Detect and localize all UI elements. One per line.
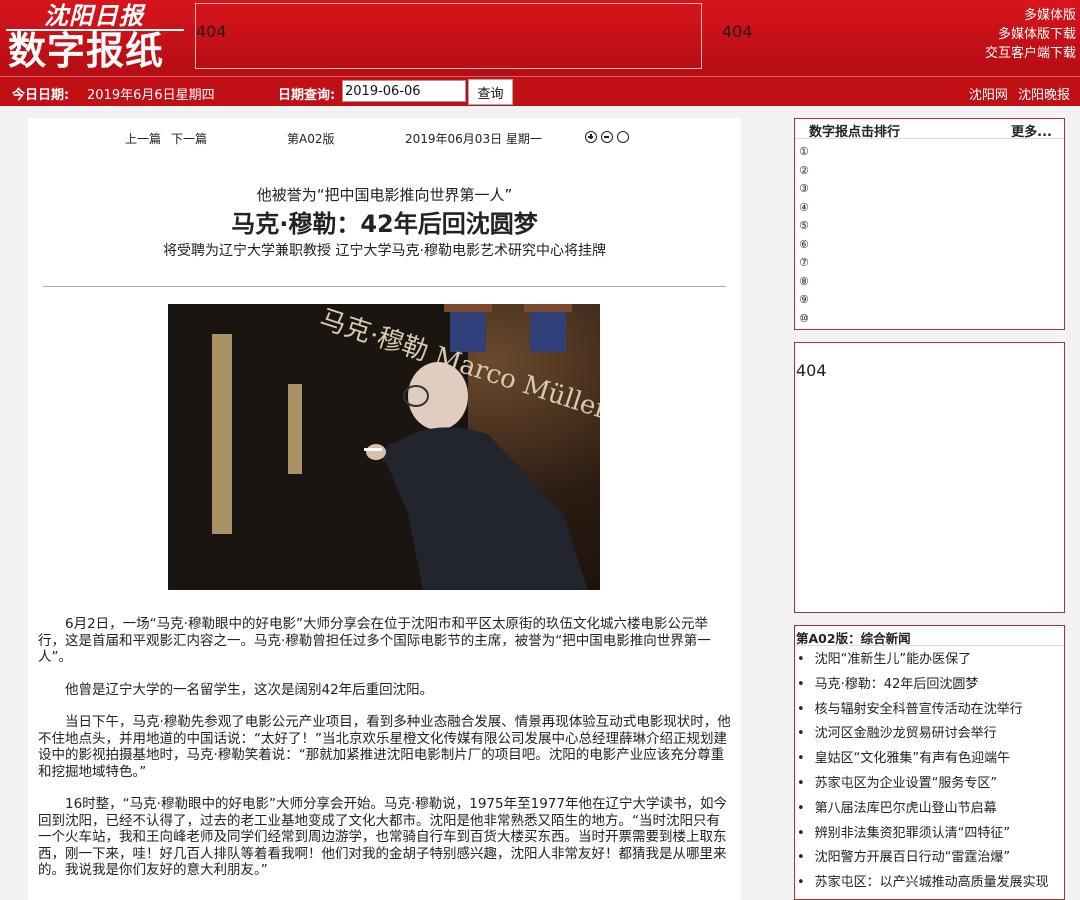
article-paragraph: 当日下午，马克·穆勒先参观了电影公元产业项目，看到多种业态融合发展、情景再现体验… bbox=[38, 714, 731, 780]
banner-ad-frame: 404 bbox=[195, 3, 702, 69]
banner-ad-404: 404 bbox=[196, 22, 227, 41]
article-photo: 马克·穆勒 Marco Müller bbox=[168, 304, 600, 590]
news-item[interactable]: 核与辐射安全科普宣传活动在沈举行 bbox=[797, 698, 1064, 723]
zoom-out-icon[interactable] bbox=[601, 131, 613, 143]
partner-links: 沈阳网 沈阳晚报 bbox=[963, 84, 1070, 103]
date-query-input[interactable] bbox=[342, 80, 466, 102]
news-item[interactable]: 马克·穆勒：42年后回沈圆梦 bbox=[797, 673, 1064, 698]
zoom-reset-icon[interactable] bbox=[617, 131, 629, 143]
ranking-item[interactable]: ⑨ bbox=[799, 291, 1064, 310]
news-item[interactable]: 辨别非法集资犯罪须认清“四特征” bbox=[797, 822, 1064, 847]
ranking-more-link[interactable]: 更多... bbox=[1011, 121, 1052, 140]
news-item[interactable]: 皇姑区“文化雅集”有声有色迎端午 bbox=[797, 747, 1064, 772]
prev-article-link[interactable]: 上一篇 bbox=[125, 130, 161, 147]
article-nav: 上一篇 下一篇 第A02版 2019年06月03日 星期一 bbox=[28, 130, 741, 150]
article-paragraph: 16时整，“马克·穆勒眼中的好电影”大师分享会开始。马克·穆勒说，1975年至1… bbox=[38, 796, 727, 878]
zoom-in-icon[interactable] bbox=[585, 131, 597, 143]
site-logo[interactable]: 沈阳日报 数字报纸 bbox=[6, 2, 186, 72]
ranking-title: 数字报点击排行 bbox=[809, 125, 901, 140]
logo-calligraphy: 沈阳日报 bbox=[44, 1, 144, 30]
ranking-item[interactable]: ④ bbox=[799, 199, 1064, 218]
section-news-list: 沈阳“准新生儿”能办医保了 马克·穆勒：42年后回沈圆梦 核与辐射安全科普宣传活… bbox=[795, 646, 1064, 896]
ranking-item[interactable]: ⑩ bbox=[799, 310, 1064, 329]
side-ad-frame: 404 bbox=[794, 342, 1065, 613]
zoom-controls bbox=[585, 131, 633, 150]
article-pre-title: 他被誉为“把中国电影推向世界第一人” bbox=[256, 186, 513, 204]
ranking-item[interactable]: ① bbox=[799, 143, 1064, 162]
article-paragraph: 他曾是辽宁大学的一名留学生，这次是阔别42年后重回沈阳。 bbox=[65, 681, 434, 698]
date-bar: 今日日期: 2019年6月6日星期四 日期查询: 查询 沈阳网 沈阳晚报 bbox=[0, 76, 1080, 106]
ranking-item[interactable]: ⑤ bbox=[799, 217, 1064, 236]
article-body: 6月2日，一场“马克·穆勒眼中的好电影”大师分享会在位于沈阳市和平区太原街的玖伍… bbox=[38, 616, 733, 895]
issue-date: 2019年06月03日 星期一 bbox=[405, 132, 542, 146]
link-shenyang-evening[interactable]: 沈阳晚报 bbox=[1018, 88, 1070, 103]
section-news-panel: 第A02版：综合新闻 沈阳“准新生儿”能办医保了 马克·穆勒：42年后回沈圆梦 … bbox=[794, 625, 1065, 900]
date-query-button[interactable]: 查询 bbox=[468, 79, 513, 105]
news-item[interactable]: 沈河区金融沙龙贸易研讨会举行 bbox=[797, 722, 1064, 747]
news-item[interactable]: 第八届法库巴尔虎山登山节启幕 bbox=[797, 797, 1064, 822]
ranking-item[interactable]: ② bbox=[799, 162, 1064, 181]
site-header: 沈阳日报 数字报纸 404 404 多媒体版 多媒体版下载 交互客户端下载 bbox=[0, 0, 1080, 76]
news-item[interactable]: 沈阳警方开展百日行动“雷霆治爆” bbox=[797, 846, 1064, 871]
article-subtitle: 将受聘为辽宁大学兼职教授 辽宁大学马克·穆勒电影艺术研究中心将挂牌 bbox=[163, 243, 606, 259]
banner-ad-404-secondary: 404 bbox=[722, 22, 753, 41]
news-item[interactable]: 苏家屯区为企业设置“服务专区” bbox=[797, 772, 1064, 797]
photo-illustration: 马克·穆勒 Marco Müller bbox=[168, 304, 600, 590]
today-value: 2019年6月6日星期四 bbox=[87, 88, 215, 103]
news-item[interactable]: 苏家屯区：以产兴城推动高质量发展实现 bbox=[797, 871, 1064, 896]
ranking-item[interactable]: ⑦ bbox=[799, 254, 1064, 273]
news-item[interactable]: 沈阳“准新生儿”能办医保了 bbox=[797, 648, 1064, 673]
ranking-list: ① ② ③ ④ ⑤ ⑥ ⑦ ⑧ ⑨ ⑩ bbox=[795, 139, 1064, 328]
side-ad-404: 404 bbox=[796, 361, 827, 380]
logo-title: 数字报纸 bbox=[8, 29, 165, 73]
article-panel: 上一篇 下一篇 第A02版 2019年06月03日 星期一 他被誉为“把中国电影… bbox=[28, 118, 741, 900]
next-article-link[interactable]: 下一篇 bbox=[171, 130, 207, 147]
section-news-title: 第A02版：综合新闻 bbox=[795, 626, 1064, 646]
ranking-header: 数字报点击排行 更多... bbox=[795, 119, 1064, 140]
ranking-item[interactable]: ⑥ bbox=[799, 236, 1064, 255]
article-title: 马克·穆勒：42年后回沈圆梦 bbox=[231, 210, 538, 238]
link-shenyang-net[interactable]: 沈阳网 bbox=[969, 88, 1008, 103]
today-label: 今日日期: bbox=[12, 88, 70, 103]
click-ranking-panel: 数字报点击排行 更多... ① ② ③ ④ ⑤ ⑥ ⑦ ⑧ ⑨ ⑩ bbox=[794, 118, 1065, 330]
top-links: 多媒体版 多媒体版下载 交互客户端下载 bbox=[985, 6, 1076, 63]
edition-label: 第A02版 bbox=[287, 132, 335, 146]
article-paragraph: 6月2日，一场“马克·穆勒眼中的好电影”大师分享会在位于沈阳市和平区太原街的玖伍… bbox=[38, 616, 711, 665]
ranking-item[interactable]: ③ bbox=[799, 180, 1064, 199]
link-client-download[interactable]: 交互客户端下载 bbox=[985, 44, 1076, 63]
title-divider bbox=[43, 286, 726, 287]
date-query-label: 日期查询: bbox=[278, 88, 336, 103]
link-multimedia-download[interactable]: 多媒体版下载 bbox=[985, 25, 1076, 44]
link-multimedia[interactable]: 多媒体版 bbox=[985, 6, 1076, 25]
ranking-item[interactable]: ⑧ bbox=[799, 273, 1064, 292]
